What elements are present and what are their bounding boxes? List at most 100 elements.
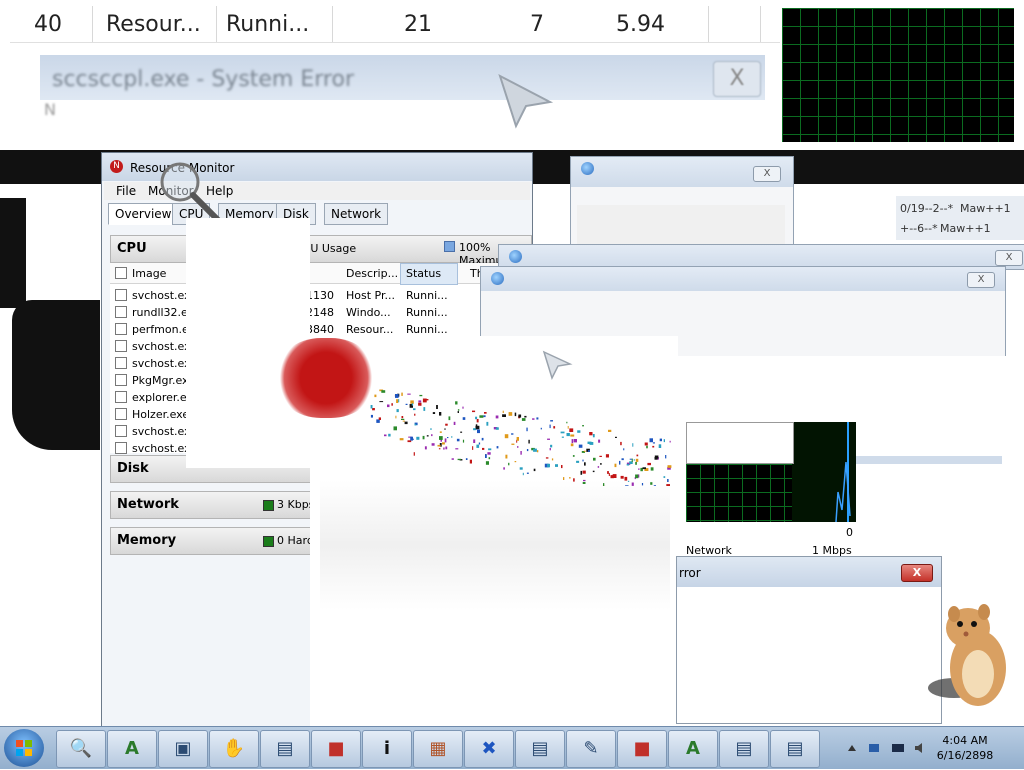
taskbar-button[interactable]: ▤ [260, 730, 310, 768]
taskbar-button[interactable]: A [668, 730, 718, 768]
firewall-icon: ▦ [429, 738, 446, 759]
taskbar-button[interactable]: ✖ [464, 730, 514, 768]
row-checkbox[interactable] [115, 442, 127, 454]
globe-icon [581, 162, 594, 175]
error-titlebar[interactable]: rror X [677, 557, 941, 587]
col-status[interactable]: Status [406, 267, 441, 280]
glitch-overlay [186, 218, 310, 468]
search-key-icon: 🔍 [70, 738, 92, 759]
process-description: Resour... [346, 323, 393, 336]
process-status: Runni... [406, 289, 448, 302]
taskbar-button[interactable]: ▤ [719, 730, 769, 768]
window-edge [856, 456, 1002, 464]
col-description[interactable]: Descrip... [346, 267, 398, 280]
table-row[interactable]: svchost.exe1130Host Pr...Runni... [110, 287, 530, 304]
info-icon: i [384, 738, 390, 759]
zoomed-close-button[interactable]: X [713, 61, 761, 97]
blank-window-c-titlebar[interactable]: X [481, 267, 1005, 291]
select-all-checkbox[interactable] [115, 267, 127, 279]
rt-line1-right: Maw++1 [960, 202, 1011, 215]
glitch-band [320, 480, 670, 610]
taskbar-button[interactable]: 🔍 [56, 730, 106, 768]
zoomed-cpu-graph [782, 8, 1014, 142]
taskbar-button[interactable]: i [362, 730, 412, 768]
blank-window-c-close[interactable]: X [967, 272, 995, 288]
taskbar-button[interactable]: A [107, 730, 157, 768]
memory-label: Memory [117, 533, 176, 548]
toolbox-icon: ■ [327, 738, 344, 759]
graph-line [792, 422, 856, 522]
window-app-icon: ▤ [786, 738, 803, 759]
row-checkbox[interactable] [115, 408, 127, 420]
network-indicator [263, 500, 274, 511]
row-checkbox[interactable] [115, 391, 127, 403]
dark-fragment [0, 198, 26, 308]
volume-tray-icon[interactable] [914, 742, 926, 754]
zoomed-error-sub: N [44, 100, 56, 119]
color-noise [370, 376, 680, 486]
clock-date: 6/16/2898 [930, 748, 1000, 763]
table-row[interactable]: rundll32.exe2148Windo...Runni... [110, 304, 530, 321]
windows-logo-icon [4, 729, 44, 767]
globe-icon [491, 272, 504, 285]
row-checkbox[interactable] [115, 357, 127, 369]
tray-arrow-icon[interactable] [846, 742, 858, 754]
zoomed-threads: 21 [404, 12, 432, 37]
zoomed-process-row[interactable]: 40 Resour... Runni... 21 7 5.94 [10, 6, 780, 43]
network-tray-icon[interactable] [868, 742, 880, 754]
process-pid: 3840 [306, 323, 334, 336]
x-app-icon: ✖ [481, 738, 496, 759]
row-checkbox[interactable] [115, 340, 127, 352]
process-description: Windo... [346, 306, 391, 319]
blank-window-a-close[interactable]: X [753, 166, 781, 182]
rt-line1-left: 0/19--2--* [900, 202, 953, 215]
process-name: Holzer.exe [132, 408, 189, 421]
system-error-dialog: rror X [676, 556, 942, 724]
process-description: Host Pr... [346, 289, 395, 302]
font-a-icon: A [686, 738, 700, 759]
network-label: Network [117, 497, 179, 512]
row-checkbox[interactable] [115, 374, 127, 386]
hand-cleaner-icon: ✋ [223, 738, 245, 759]
mouse-cursor-icon [498, 74, 558, 134]
row-checkbox[interactable] [115, 425, 127, 437]
row-checkbox[interactable] [115, 323, 127, 335]
hamster-icon [924, 600, 1020, 712]
taskbar-button[interactable]: ▤ [770, 730, 820, 768]
zoomed-pid: 40 [34, 12, 62, 37]
memory-indicator [263, 536, 274, 547]
taskbar-button[interactable]: ✎ [566, 730, 616, 768]
network-graph-active [792, 422, 856, 522]
pen-icon: ✎ [583, 738, 598, 759]
blank-window-b-close[interactable]: X [995, 250, 1023, 266]
tab-network[interactable]: Network [324, 203, 388, 225]
row-checkbox[interactable] [115, 289, 127, 301]
clock[interactable]: 4:04 AM 6/16/2898 [930, 733, 1000, 763]
process-pid: 1130 [306, 289, 334, 302]
col-image[interactable]: Image [132, 267, 166, 280]
menu-file[interactable]: File [116, 184, 136, 198]
rt-line2-left: +--6--* [900, 222, 938, 235]
resmon-app-icon: N [110, 160, 123, 173]
blank-window-a-titlebar[interactable]: X [571, 157, 793, 187]
zoomed-cpu: 7 [530, 12, 544, 37]
process-pid: 2148 [306, 306, 334, 319]
taskbar-button[interactable]: ▦ [413, 730, 463, 768]
row-checkbox[interactable] [115, 306, 127, 318]
font-a-icon: A [125, 738, 139, 759]
taskbar-button[interactable]: ■ [311, 730, 361, 768]
zoomed-desc: Resour... [106, 12, 201, 37]
display-tray-icon[interactable] [892, 742, 904, 754]
start-button[interactable] [4, 729, 44, 767]
taskbar-button[interactable]: ▣ [158, 730, 208, 768]
taskbar-button[interactable]: ✋ [209, 730, 259, 768]
table-header: Image Descrip... Status Th [110, 263, 530, 284]
mouse-cursor-icon [542, 350, 574, 380]
cpu-usage-indicator [444, 241, 455, 252]
clock-time: 4:04 AM [930, 733, 1000, 748]
error-close-button[interactable]: X [901, 564, 933, 582]
taskbar-button[interactable]: ▤ [515, 730, 565, 768]
window-app-icon: ▤ [276, 738, 293, 759]
taskbar-button[interactable]: ■ [617, 730, 667, 768]
zoomed-error-title: sccsccpl.exe - System Error [52, 67, 354, 92]
